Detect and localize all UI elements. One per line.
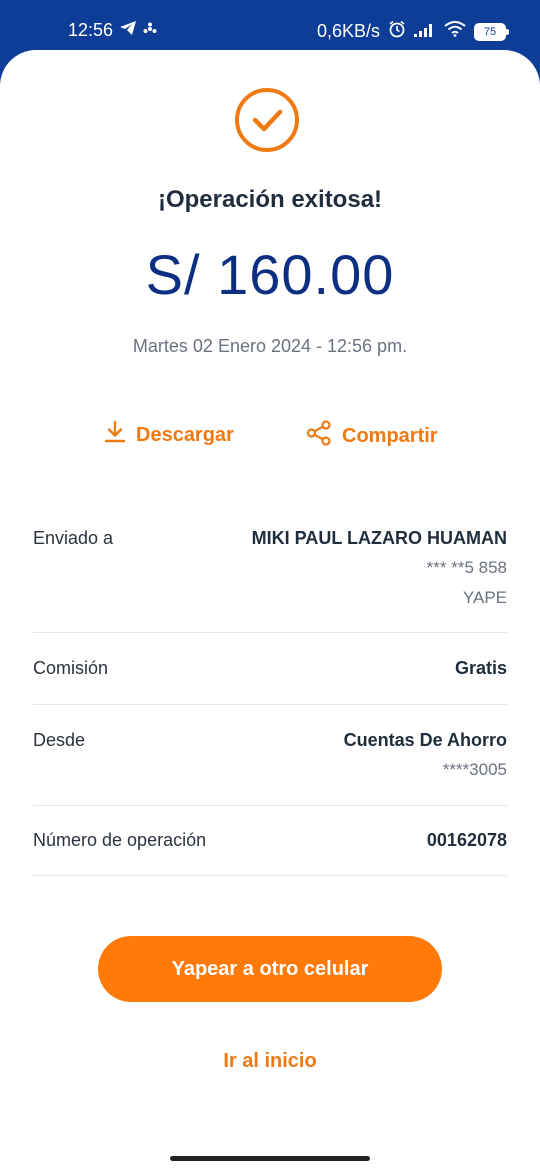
download-icon: [104, 420, 126, 450]
recipient-phone: *** **5 858: [426, 558, 507, 577]
share-icon: [306, 420, 332, 452]
telegram-icon: [119, 20, 137, 41]
alarm-icon: [388, 20, 406, 43]
home-indicator[interactable]: [170, 1156, 370, 1161]
from-account-number: ****3005: [442, 760, 507, 779]
from-label: Desde: [33, 730, 86, 750]
commission-value: Gratis: [454, 658, 507, 678]
status-right: 0,6KB/s 75: [316, 20, 509, 43]
operation-label: Número de operación: [33, 830, 207, 850]
download-button[interactable]: Descargar: [104, 420, 234, 450]
success-title: ¡Operación exitosa!: [157, 186, 383, 213]
commission-row: Comisión Gratis: [33, 658, 507, 705]
share-button[interactable]: Compartir: [306, 420, 438, 452]
recipient-name: MIKI PAUL LAZARO HUAMAN: [251, 528, 507, 548]
go-home-link[interactable]: Ir al inicio: [0, 1050, 540, 1073]
status-left: 12:56: [68, 20, 157, 41]
recipient-service: YAPE: [462, 588, 507, 607]
from-row: Desde Cuentas De Ahorro ****3005: [33, 730, 507, 806]
sent-to-label: Enviado a: [33, 528, 114, 548]
transaction-datetime: Martes 02 Enero 2024 - 12:56 pm.: [132, 336, 408, 356]
download-label: Descargar: [136, 423, 234, 446]
from-account: Cuentas De Ahorro: [343, 730, 507, 750]
commission-label: Comisión: [33, 658, 109, 678]
operation-row: Número de operación 00162078: [33, 830, 507, 876]
wifi-icon: [444, 21, 466, 42]
receipt-sheet: ¡Operación exitosa! S/ 160.00 Martes 02 …: [0, 50, 540, 1170]
operation-number: 00162078: [426, 830, 507, 850]
fan-icon: [143, 20, 157, 41]
battery-icon: 75: [474, 22, 509, 41]
share-label: Compartir: [342, 424, 438, 447]
sent-to-row: Enviado a MIKI PAUL LAZARO HUAMAN *** **…: [33, 528, 507, 633]
signal-icon: [414, 21, 436, 42]
yapear-another-button[interactable]: Yapear a otro celular: [98, 936, 442, 1002]
network-speed: 0,6KB/s: [316, 21, 380, 41]
amount: S/ 160.00: [145, 243, 395, 306]
success-check-icon: [235, 88, 299, 152]
status-time: 12:56: [68, 20, 114, 40]
